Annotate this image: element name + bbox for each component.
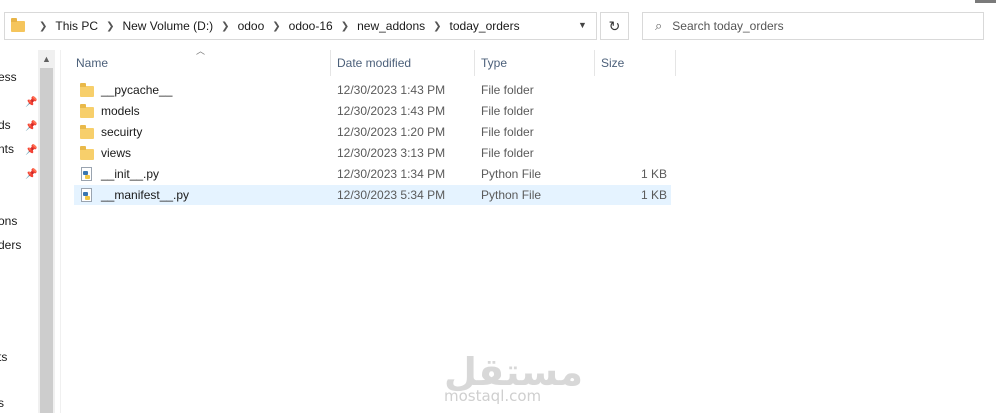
column-divider[interactable] <box>675 50 676 76</box>
watermark-text: mostaql.com <box>444 387 542 405</box>
file-type: File folder <box>481 125 534 139</box>
scroll-up-icon[interactable]: ▲ <box>38 50 55 67</box>
file-name-cell: __init__.py <box>80 167 159 181</box>
file-date: 12/30/2023 1:43 PM <box>337 83 446 97</box>
file-type: Python File <box>481 188 542 202</box>
navigation-pane: ess 📌 ds 📌 nts 📌 📌 ons ders ts s <box>0 50 38 413</box>
pin-icon: 📌 <box>25 121 38 132</box>
file-type: File folder <box>481 104 534 118</box>
chevron-right-icon[interactable]: ❯ <box>221 21 229 32</box>
file-size: 1 KB <box>640 167 667 181</box>
file-name-cell: __manifest__.py <box>80 188 189 202</box>
file-name: __pycache__ <box>101 83 173 97</box>
column-header-size[interactable]: Size <box>595 50 675 76</box>
file-row-selected[interactable]: __manifest__.py 12/30/2023 5:34 PM Pytho… <box>74 185 671 205</box>
file-date: 12/30/2023 1:43 PM <box>337 104 446 118</box>
file-name: secuirty <box>101 125 143 139</box>
file-name-cell: views <box>80 146 131 160</box>
file-size: 1 KB <box>640 188 667 202</box>
nav-item-addons[interactable]: ons <box>0 214 17 228</box>
nav-scrollbar[interactable]: ▲ <box>38 50 55 413</box>
chevron-right-icon[interactable]: ❯ <box>106 21 114 32</box>
file-date: 12/30/2023 3:13 PM <box>337 146 446 160</box>
nav-item-documents-2[interactable]: ts <box>0 350 7 364</box>
file-row[interactable]: __init__.py 12/30/2023 1:34 PM Python Fi… <box>74 164 671 184</box>
breadcrumb-odoo-16[interactable]: odoo-16 <box>289 19 333 33</box>
file-type: Python File <box>481 167 542 181</box>
search-box[interactable]: ⌕ Search today_orders <box>642 12 984 40</box>
breadcrumb-new-addons[interactable]: new_addons <box>357 19 425 33</box>
search-input[interactable]: Search today_orders <box>672 19 783 33</box>
pane-divider[interactable] <box>60 50 61 413</box>
file-name-cell: __pycache__ <box>80 83 172 97</box>
file-name-cell: models <box>80 104 140 118</box>
file-row[interactable]: models 12/30/2023 1:43 PM File folder <box>74 101 671 121</box>
column-header-date[interactable]: Date modified <box>331 50 474 76</box>
breadcrumb-volume[interactable]: New Volume (D:) <box>122 19 213 33</box>
file-date: 12/30/2023 1:34 PM <box>337 167 446 181</box>
window-edge <box>975 0 996 3</box>
file-name-cell: secuirty <box>80 125 142 139</box>
file-name: views <box>101 146 132 160</box>
breadcrumb-this-pc[interactable]: This PC <box>55 19 98 33</box>
column-header-type[interactable]: Type <box>475 50 594 76</box>
file-date: 12/30/2023 1:20 PM <box>337 125 446 139</box>
nav-item-orders[interactable]: ders <box>0 238 21 252</box>
folder-icon <box>80 146 94 160</box>
chevron-right-icon[interactable]: ❯ <box>433 21 441 32</box>
file-explorer-window: ❯ This PC ❯ New Volume (D:) ❯ odoo ❯ odo… <box>0 0 996 413</box>
refresh-icon: ↻ <box>608 17 621 34</box>
pin-icon: 📌 <box>25 145 38 156</box>
chevron-right-icon[interactable]: ❯ <box>272 21 280 32</box>
scroll-thumb[interactable] <box>40 68 53 413</box>
folder-icon <box>11 17 25 32</box>
folder-icon <box>80 83 94 97</box>
file-type: File folder <box>481 146 534 160</box>
python-file-icon <box>81 167 92 181</box>
file-type: File folder <box>481 83 534 97</box>
nav-item-downloads-2[interactable]: s <box>0 396 4 410</box>
breadcrumb-today-orders[interactable]: today_orders <box>450 19 520 33</box>
nav-item-downloads[interactable]: ds <box>0 118 11 132</box>
file-row[interactable]: __pycache__ 12/30/2023 1:43 PM File fold… <box>74 80 671 100</box>
file-name: models <box>101 104 140 118</box>
address-bar[interactable]: ❯ This PC ❯ New Volume (D:) ❯ odoo ❯ odo… <box>4 12 597 40</box>
pin-icon: 📌 <box>25 97 38 108</box>
search-icon: ⌕ <box>655 18 663 33</box>
folder-icon <box>80 125 94 139</box>
file-name: __init__.py <box>101 167 160 181</box>
folder-icon <box>80 104 94 118</box>
breadcrumb-odoo[interactable]: odoo <box>238 19 265 33</box>
file-row[interactable]: views 12/30/2023 3:13 PM File folder <box>74 143 671 163</box>
file-row[interactable]: secuirty 12/30/2023 1:20 PM File folder <box>74 122 671 142</box>
file-date: 12/30/2023 5:34 PM <box>337 188 446 202</box>
file-name: __manifest__.py <box>101 188 190 202</box>
refresh-button[interactable]: ↻ <box>600 12 629 40</box>
chevron-right-icon[interactable]: ❯ <box>39 21 47 32</box>
nav-item-quick-access[interactable]: ess <box>0 70 17 84</box>
chevron-right-icon[interactable]: ❯ <box>341 21 349 32</box>
chevron-down-icon[interactable]: ▼ <box>578 20 587 30</box>
nav-item-documents[interactable]: nts <box>0 142 14 156</box>
pin-icon: 📌 <box>25 169 38 180</box>
python-file-icon <box>81 188 92 202</box>
column-header-name[interactable]: Name <box>70 50 330 76</box>
